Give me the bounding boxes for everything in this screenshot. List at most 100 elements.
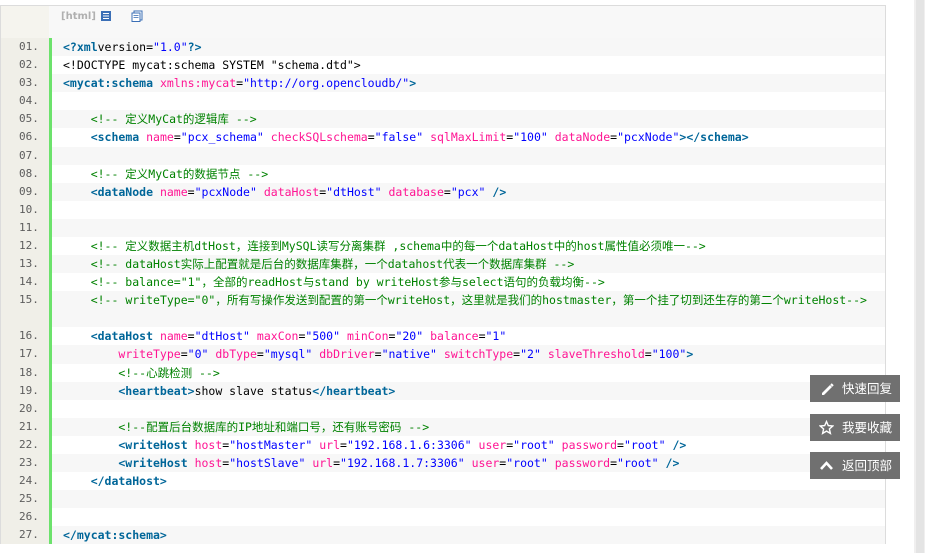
gutter-bar (49, 128, 52, 147)
code-line: 19. <heartbeat>show slave status</heartb… (1, 381, 885, 400)
code-token: show slave status (194, 383, 313, 398)
code-token: name (159, 329, 188, 344)
code-token: = (187, 184, 195, 199)
line-number: 17. (1, 345, 49, 364)
gutter-bar (49, 417, 52, 436)
gutter-bar (49, 110, 52, 129)
code-line: 06. <schema name="pcx_schema" checkSQLsc… (1, 128, 885, 147)
code-text: <!DOCTYPE mycat:schema SYSTEM "schema.dt… (63, 56, 877, 74)
code-token: <!DOCTYPE mycat:schema SYSTEM "schema.dt… (63, 58, 361, 73)
code-token: <!-- dataHost实际上配置就是后台的数据库集群，一个datahost代… (63, 257, 575, 272)
gutter-bar (49, 164, 52, 183)
gutter-bar (49, 508, 52, 527)
code-token: /> (665, 455, 680, 470)
quick-reply-button[interactable]: 快速回复 (810, 375, 900, 402)
float-button-label: 返回顶部 (842, 458, 893, 473)
gutter-bar (49, 526, 52, 545)
line-number: 27. (1, 526, 49, 545)
code-token: = (443, 184, 451, 199)
code-token: "1.0" (153, 40, 188, 54)
gutter-bar (49, 291, 52, 328)
code-token: "http://org.opencloudb/" (243, 76, 410, 91)
code-line: 20. (1, 399, 885, 418)
code-token: "0" (187, 347, 209, 362)
code-line: 21. <!--配置后台数据库的IP地址和端口号，还有账号密码 --> (1, 417, 885, 436)
code-token: <!--心跳检测 --> (63, 365, 220, 380)
gutter-bar (49, 327, 52, 346)
code-text: <writeHost host="hostMaster" url="192.16… (63, 436, 877, 454)
code-line: 23. <writeHost host="hostSlave" url="192… (1, 453, 885, 473)
code-token: user (478, 437, 507, 452)
code-text: <mycat:schema xmlns:mycat="http://org.op… (63, 74, 877, 92)
scrollbar-thumb[interactable] (916, 0, 924, 553)
code-token: sqlMaxLimit (430, 130, 507, 145)
line-number: 23. (1, 453, 49, 473)
copy-icon[interactable] (131, 10, 143, 22)
code-token: "pcxNode" (617, 130, 680, 145)
line-number: 11. (1, 218, 49, 238)
code-token: <!-- 定义MyCat的数据节点 --> (63, 166, 269, 181)
code-token: "192.168.1.6:3306" (346, 437, 472, 452)
gutter-bar (49, 200, 52, 219)
code-token: = (610, 455, 618, 470)
code-text: <schema name="pcx_schema" checkSQLschema… (63, 128, 877, 146)
code-line: 09. <dataNode name="pcxNode" dataHost="d… (1, 182, 885, 201)
code-language-label: [html] (61, 11, 96, 22)
code-token: "mysql" (263, 347, 313, 362)
line-number: 03. (1, 74, 49, 93)
gutter-bar (49, 92, 52, 111)
code-text: <writeHost host="hostSlave" url="192.168… (63, 454, 877, 472)
code-token: = (644, 347, 652, 362)
code-text: <!--配置后台数据库的IP地址和端口号，还有账号密码 --> (63, 418, 877, 436)
code-token: <heartbeat> (63, 383, 195, 398)
view-source-icon[interactable] (100, 10, 112, 22)
code-text: <heartbeat>show slave status</heartbeat> (63, 382, 877, 400)
code-text: <!-- 定义MyCat的数据节点 --> (63, 165, 877, 183)
gutter-bar (49, 273, 52, 292)
line-number: 21. (1, 417, 49, 436)
code-line: 08. <!-- 定义MyCat的数据节点 --> (1, 164, 885, 183)
code-token: "2" (520, 347, 541, 362)
gutter-bar (49, 435, 52, 454)
code-token: name (146, 130, 174, 145)
code-token: = (340, 437, 347, 452)
code-token: "pcx" (450, 184, 486, 199)
code-token: <!-- writeType="0"，所有写操作发送到配置的第一个writeHo… (63, 293, 867, 308)
gutter-bar (49, 182, 52, 201)
gutter-bar (49, 472, 52, 491)
line-number: 18. (1, 363, 49, 382)
gutter-bar (49, 363, 52, 382)
code-token: <schema (69, 130, 140, 145)
code-text: <!-- writeType="0"，所有写操作发送到配置的第一个writeHo… (63, 291, 877, 309)
code-token: database (388, 184, 444, 199)
favorite-button[interactable]: 我要收藏 (810, 414, 900, 441)
line-number: 25. (1, 490, 49, 509)
code-token: <dataHost (63, 329, 154, 344)
code-text: <dataNode name="pcxNode" dataHost="dtHos… (63, 183, 877, 201)
code-line: 14. <!-- balance="1"，全部的readHost与stand b… (1, 273, 885, 292)
line-number: 08. (1, 164, 49, 183)
code-token: balance (430, 329, 479, 344)
code-lines: 01. <?xmlversion="1.0"?> 02. <!DOCTYPE myca… (1, 38, 885, 545)
code-line: 18. <!--心跳检测 --> (1, 363, 885, 382)
code-text: <dataHost name="dtHost" maxCon="500" min… (63, 327, 877, 345)
code-token: = (256, 347, 264, 362)
code-token: = (180, 347, 188, 362)
code-line: 10. (1, 200, 885, 219)
back-to-top-button[interactable]: 返回顶部 (810, 452, 900, 479)
line-number: 10. (1, 200, 49, 219)
code-token: > (686, 347, 694, 362)
gutter-bar (49, 453, 52, 473)
code-token: "hostSlave" (229, 455, 306, 470)
line-number: 09. (1, 182, 49, 201)
